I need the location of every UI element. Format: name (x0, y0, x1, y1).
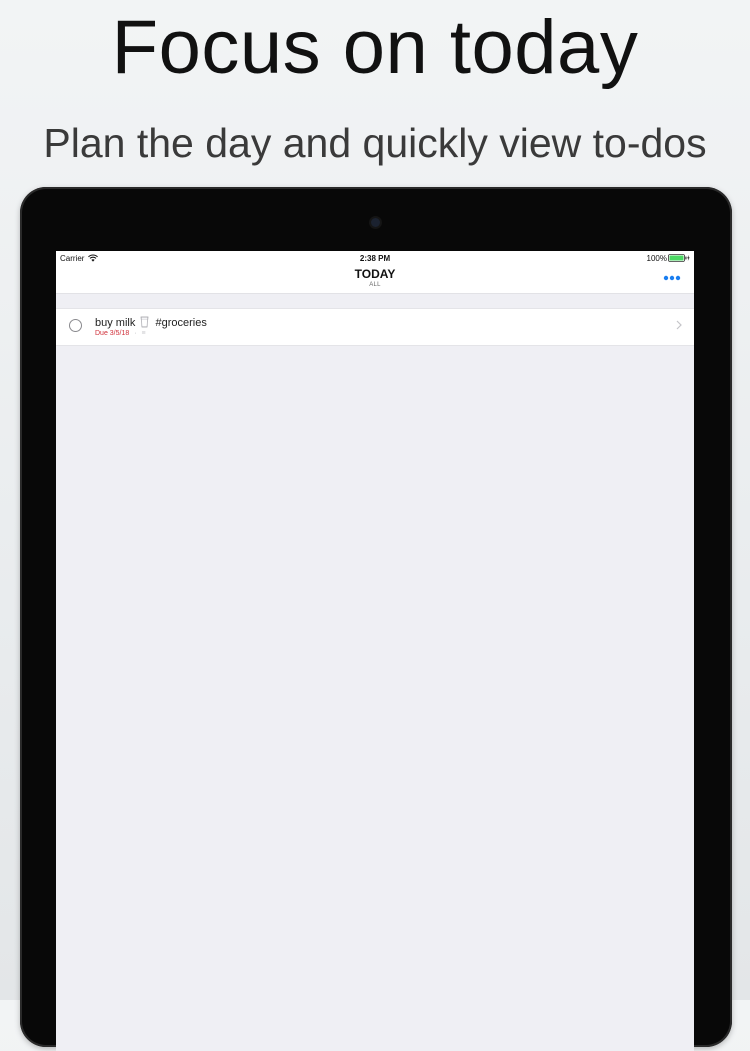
status-bar: Carrier 2:38 PM 100% (56, 251, 694, 265)
promo-headline: Focus on today (111, 5, 639, 90)
notes-icon: ≡ (141, 330, 146, 337)
task-meta: Due 3/5/18 · ≡ (95, 330, 146, 337)
meta-separator: · (134, 330, 137, 337)
chevron-right-icon[interactable] (676, 320, 682, 330)
page-title: TODAY (354, 267, 396, 281)
complete-checkbox[interactable] (69, 319, 82, 332)
task-title-text: buy milk (95, 317, 136, 329)
promo-subheadline: Plan the day and quickly view to-dos (43, 120, 707, 166)
milk-cup-icon (141, 316, 149, 328)
status-time: 2:38 PM (359, 254, 391, 263)
battery-percentage: 100% (646, 254, 667, 263)
list-filter-subtitle[interactable]: ALL (56, 282, 694, 288)
camera-icon (371, 218, 380, 227)
task-tag[interactable]: #groceries (155, 317, 206, 329)
battery-icon (668, 254, 690, 262)
task-row[interactable]: buy milk #groceries Due 3/5/18 · ≡ (56, 308, 694, 346)
ipad-device-frame: Carrier 2:38 PM 100% TODAY ALL buy milk … (20, 187, 732, 1051)
task-title: buy milk #groceries (95, 316, 207, 329)
navigation-bar: TODAY ALL (56, 265, 694, 294)
ellipsis-icon[interactable] (662, 273, 682, 283)
app-screen: Carrier 2:38 PM 100% TODAY ALL buy milk … (56, 251, 694, 1051)
due-date: Due 3/5/18 (95, 330, 130, 337)
